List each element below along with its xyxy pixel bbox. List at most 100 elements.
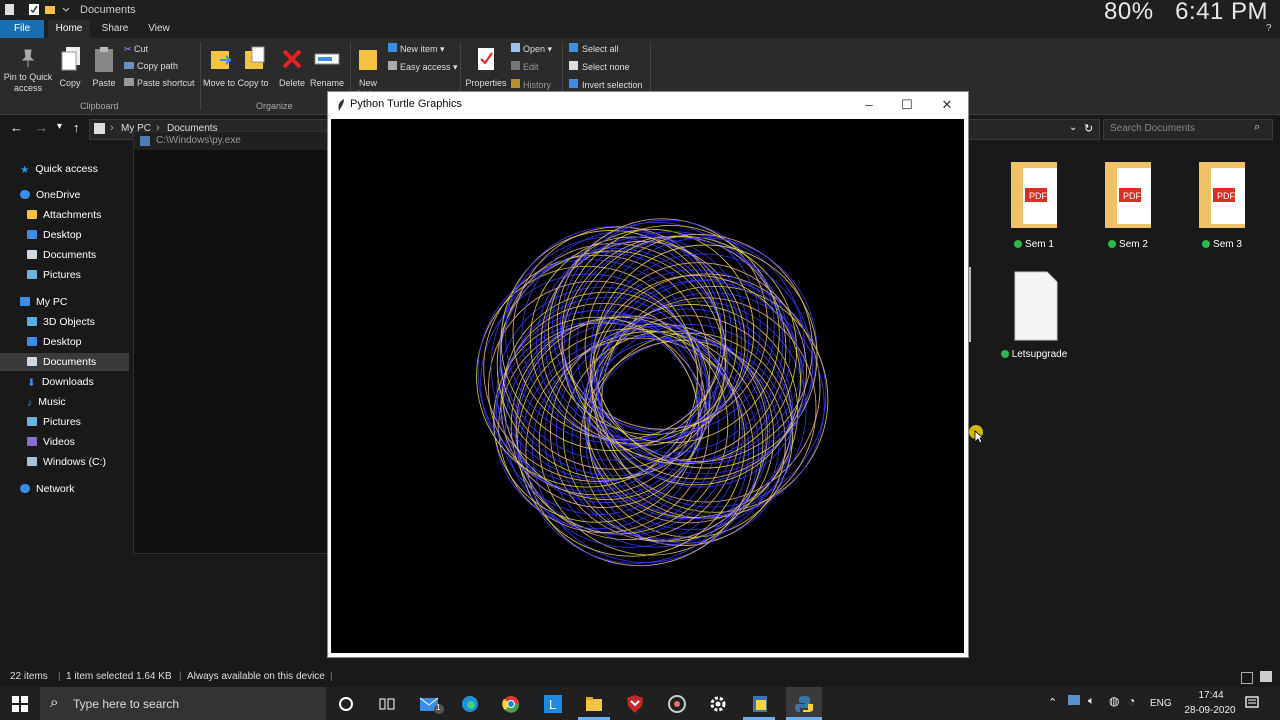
maximize-button[interactable]: ☐	[888, 92, 926, 119]
checkmark-icon[interactable]	[28, 3, 40, 16]
edge-browser-icon[interactable]	[460, 694, 480, 714]
up-arrow-icon[interactable]: ↑	[73, 120, 80, 135]
tab-view[interactable]: View	[140, 20, 178, 38]
mouse-cursor-icon	[974, 430, 984, 444]
nav-downloads[interactable]: ⬇ Downloads	[27, 373, 94, 391]
turtle-window-title: Python Turtle Graphics	[350, 98, 462, 110]
mcafee-shield-icon[interactable]	[625, 694, 645, 714]
tab-file[interactable]: File	[0, 20, 44, 38]
recent-locations-icon[interactable]: ▾	[57, 121, 62, 132]
settings-gear-icon[interactable]	[708, 694, 728, 714]
paste-button[interactable]: Paste	[90, 44, 118, 88]
details-view-icon[interactable]	[1241, 672, 1253, 684]
address-box-tail[interactable]: ⌄ ↻	[968, 119, 1100, 140]
windows-start-icon[interactable]	[10, 694, 30, 714]
nav-desktop-onedrive[interactable]: Desktop	[27, 226, 82, 244]
availability-status: Always available on this device	[187, 671, 325, 682]
console-window[interactable]: C:\Windows\py.exe	[133, 131, 335, 554]
pin-quick-access-button[interactable]: Pin to Quick access	[4, 44, 52, 100]
help-icon[interactable]: ?	[1266, 24, 1276, 34]
file-tile-sem3[interactable]: PDF Sem 3	[1187, 158, 1257, 250]
turtle-canvas[interactable]	[331, 119, 964, 653]
security-tray-icon[interactable]	[1068, 695, 1080, 705]
copy-path-icon	[124, 62, 134, 69]
open-button[interactable]: Open ▾	[511, 42, 552, 56]
new-item-button[interactable]: New item ▾	[388, 42, 445, 56]
network-globe-icon[interactable]: ◍	[1109, 694, 1119, 708]
copy-button[interactable]: Copy	[58, 44, 84, 88]
nav-desktop[interactable]: Desktop	[27, 333, 82, 351]
language-indicator[interactable]: ENG	[1150, 698, 1172, 709]
file-icon[interactable]	[4, 3, 16, 16]
delete-button[interactable]: Delete	[278, 44, 306, 100]
pdf-folder-icon: PDF	[1199, 162, 1245, 228]
mail-icon[interactable]	[419, 694, 445, 714]
chevron-down-icon[interactable]: ⌄	[1069, 122, 1077, 133]
document-icon	[1014, 271, 1058, 341]
turtle-titlebar[interactable]: Python Turtle Graphics – ☐ ✕	[328, 92, 968, 119]
nav-attachments[interactable]: Attachments	[27, 206, 101, 224]
file-tile-letsupgrade[interactable]: Letsupgrade	[999, 268, 1069, 360]
refresh-icon[interactable]: ↻	[1084, 122, 1093, 135]
invert-selection-button[interactable]: Invert selection	[569, 78, 643, 92]
nav-onedrive[interactable]: OneDrive	[20, 186, 80, 204]
easy-access-button[interactable]: Easy access ▾	[388, 60, 458, 74]
file-tile-sem1[interactable]: PDF Sem 1	[999, 158, 1069, 250]
turtle-graphics-window[interactable]: Python Turtle Graphics – ☐ ✕	[327, 91, 969, 658]
nav-quick-access[interactable]: ★ Quick access	[20, 160, 98, 178]
clock-date[interactable]: 28-09-2020	[1180, 705, 1240, 716]
python-icon[interactable]	[794, 694, 814, 714]
delete-x-icon	[282, 49, 302, 69]
file-explorer-icon[interactable]	[584, 694, 604, 714]
task-view-icon[interactable]	[377, 694, 397, 714]
lens-app-icon[interactable]: L	[543, 694, 563, 714]
close-button[interactable]: ✕	[928, 92, 966, 119]
paste-shortcut-button[interactable]: Paste shortcut	[124, 76, 195, 90]
console-titlebar[interactable]: C:\Windows\py.exe	[134, 132, 334, 150]
new-folder-button[interactable]: New folder	[356, 44, 380, 99]
minimize-button[interactable]: –	[850, 92, 888, 119]
nav-windows-c[interactable]: Windows (C:)	[27, 453, 106, 471]
nav-documents[interactable]: Documents	[0, 353, 129, 371]
select-none-button[interactable]: Select none	[569, 60, 630, 74]
python-launcher-icon[interactable]	[750, 694, 770, 714]
nav-mypc[interactable]: My PC	[20, 293, 68, 311]
ribbon-tabs: File Home Share View ?	[0, 20, 1280, 38]
nav-3d-objects[interactable]: 3D Objects	[27, 313, 95, 331]
search-input[interactable]: Search Documents ⌕	[1103, 119, 1273, 140]
nav-documents-onedrive[interactable]: Documents	[27, 246, 96, 264]
copy-to-button[interactable]: Copy to	[237, 44, 269, 100]
tab-home[interactable]: Home	[48, 20, 90, 38]
nav-pictures[interactable]: Pictures	[27, 413, 81, 431]
taskbar-search-box[interactable]: ⌕ Type here to search	[40, 687, 326, 720]
history-button[interactable]: History	[511, 78, 551, 92]
copy-path-button[interactable]: Copy path	[124, 59, 178, 73]
clock-time[interactable]: 17:44	[1190, 690, 1232, 701]
nav-network[interactable]: Network	[20, 480, 75, 498]
sync-status-icon	[1202, 240, 1211, 248]
cut-button[interactable]: ✂ Cut	[124, 42, 148, 56]
media-player-icon[interactable]	[667, 694, 687, 714]
notifications-icon[interactable]	[1244, 695, 1260, 711]
show-hidden-icons-icon[interactable]: ⌃	[1048, 696, 1057, 709]
nav-music[interactable]: ♪ Music	[27, 393, 66, 411]
edit-button[interactable]: Edit	[511, 60, 539, 74]
folder-icon[interactable]	[44, 3, 56, 16]
file-tile-sem2[interactable]: PDF Sem 2	[1093, 158, 1163, 250]
search-icon[interactable]: ⌕	[1254, 121, 1260, 134]
tab-share[interactable]: Share	[96, 20, 134, 38]
scissors-icon: ✂	[124, 44, 135, 54]
forward-arrow-icon[interactable]: →	[35, 120, 48, 135]
file-name: Sem 3	[1213, 239, 1242, 250]
move-to-button[interactable]: Move to	[203, 44, 235, 100]
back-arrow-icon[interactable]: ←	[10, 120, 23, 135]
select-all-button[interactable]: Select all	[569, 42, 619, 56]
nav-videos[interactable]: Videos	[27, 433, 75, 451]
nav-pictures-onedrive[interactable]: Pictures	[27, 266, 81, 284]
volume-icon[interactable]: 🔈︎	[1088, 695, 1095, 708]
wifi-icon[interactable]: ◔	[1128, 694, 1135, 708]
chevron-down-icon[interactable]	[60, 3, 72, 16]
chrome-icon[interactable]	[501, 694, 521, 714]
large-icons-view-icon[interactable]	[1260, 671, 1272, 682]
cortana-icon[interactable]	[336, 694, 356, 714]
